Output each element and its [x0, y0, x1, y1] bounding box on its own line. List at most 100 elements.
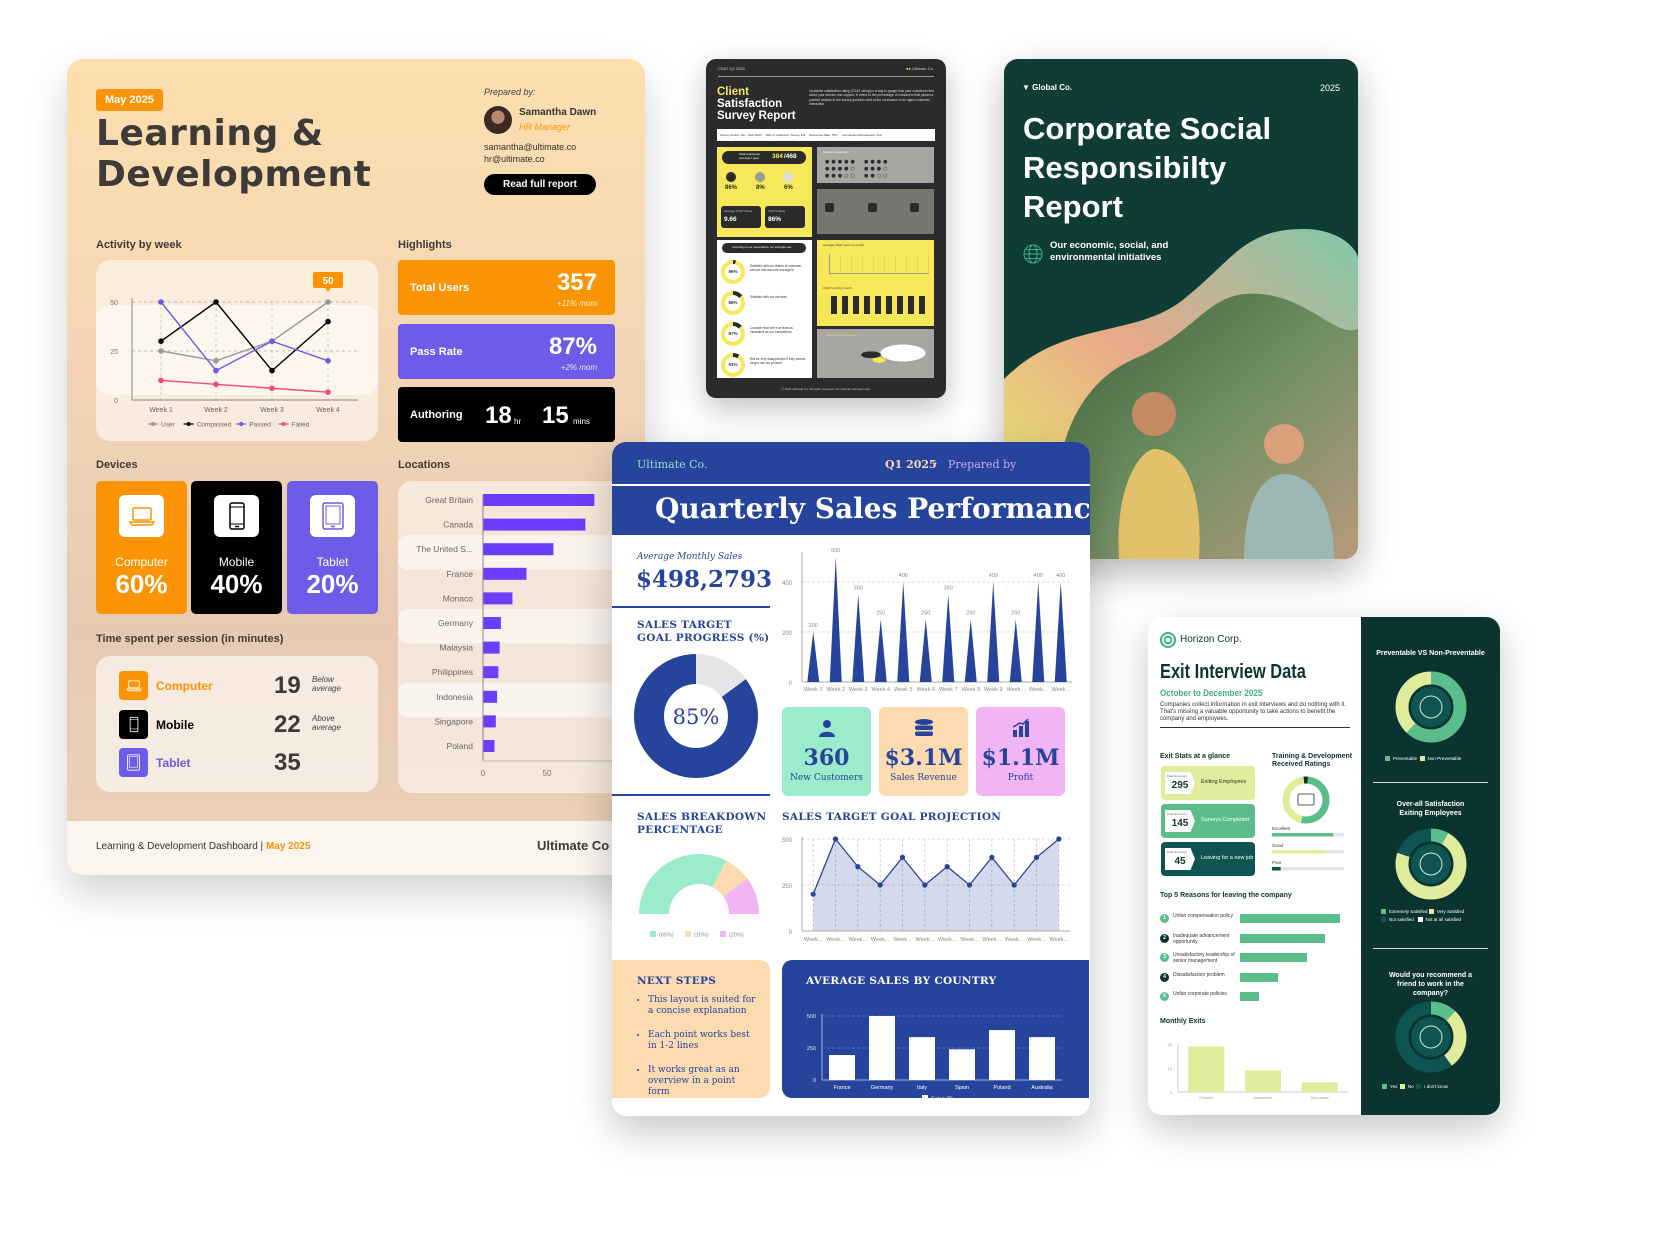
- responses-panel: Total responses received / goal 384 /468…: [717, 147, 812, 237]
- reason-row: 2 Inadequate advancement opportunity: [1160, 933, 1360, 947]
- x-tick-label: Week 1: [804, 687, 823, 693]
- avg-sales-value: $498,2793: [636, 566, 773, 593]
- sales-breakdown-chart: (65%) (15%) (20%): [639, 854, 759, 939]
- data-point: [213, 358, 219, 364]
- rating-label: Excellent: [1272, 826, 1291, 831]
- donut-label: 85%: [673, 705, 720, 729]
- mood-value: 8%: [756, 185, 765, 191]
- x-tick-label: Poland: [993, 1085, 1010, 1091]
- section-title: Training & Development Received Ratings: [1272, 753, 1353, 768]
- device-percent: 60%: [115, 569, 168, 599]
- monthly-exits-chart: 0 10 20 October November December: [1168, 1042, 1348, 1100]
- recommend-legend: Yes No I don't know: [1382, 1084, 1448, 1090]
- time-comment: Above average: [312, 714, 341, 732]
- device-label: Mobile: [218, 555, 255, 569]
- bar: [483, 715, 496, 728]
- category-label: Poland: [447, 741, 474, 751]
- data-point: [325, 358, 331, 364]
- strength-ring: 86%: [721, 291, 745, 315]
- reason-row: 4 Dissatisfaction problem: [1160, 972, 1360, 986]
- tile-value: $3.1M: [884, 745, 963, 771]
- time-row-computer: Computer 19 Below average: [119, 671, 359, 701]
- x-tick-label: Week...: [804, 937, 823, 943]
- rating-label: Poor: [1272, 860, 1282, 865]
- read-full-report-button[interactable]: Read full report: [484, 174, 596, 195]
- horizon-logo-icon: [1160, 632, 1176, 648]
- data-point: [810, 891, 816, 897]
- x-tick-label: Week 6: [916, 687, 935, 693]
- tile-value: 360: [803, 745, 850, 771]
- x-tick-label: Week...: [916, 937, 935, 943]
- projection-area-chart: 0250500Week... Week... Week... Week... Week.…: [782, 836, 1070, 943]
- highlight-value: 357: [556, 269, 597, 296]
- strength-ring: 96%: [721, 260, 745, 284]
- data-label: 500: [831, 548, 840, 554]
- report-title: Corporate Social Responsibilty Report: [1023, 111, 1272, 224]
- region-map-panel: CSAT score by regions: [817, 329, 934, 378]
- quarter-label: Q1 2025: [885, 458, 937, 471]
- y-tick-label: 0: [813, 1078, 816, 1084]
- strength-badges: [817, 189, 934, 234]
- highlight-delta: +2% mom: [560, 363, 597, 372]
- report-title: Exit Interview Data: [1160, 661, 1306, 683]
- rating-track: [1272, 867, 1344, 871]
- training-ratings-chart: Excellent Good Poor: [1272, 776, 1344, 871]
- footer-text: Learning & Development Dashboard | May 2…: [96, 841, 311, 852]
- data-point: [944, 864, 950, 870]
- spike-bar: [942, 594, 955, 682]
- next-steps-list: This layout is suited for a concise expl…: [638, 995, 758, 1098]
- highlight-pass-rate: Pass Rate 87% +2% mom: [398, 324, 615, 379]
- y-tick-label: 0: [789, 930, 793, 936]
- legend-dot: [186, 422, 191, 426]
- strength-value: 96%: [725, 264, 741, 280]
- legend-label: (20%): [729, 933, 744, 939]
- bar: [483, 666, 499, 679]
- recommend-title: Would you recommend a friend to work in …: [1388, 972, 1473, 997]
- x-tick-label: Week 2: [826, 687, 845, 693]
- section-title: Activity by week: [96, 239, 182, 251]
- divider: [612, 484, 1090, 486]
- data-point: [325, 389, 331, 395]
- x-tick-label: 50: [543, 769, 552, 778]
- mood-value: 6%: [784, 185, 793, 191]
- divider: [1373, 948, 1488, 949]
- reason-text: Dissatisfaction problem: [1173, 971, 1225, 978]
- avg-score: 9.66: [724, 216, 737, 223]
- device-label: Computer: [115, 555, 168, 569]
- avg-score-box: Average CSAT Score 9.66: [721, 206, 761, 228]
- search-icon: [868, 203, 877, 212]
- preventable-legend: Preventable Non-Preventable: [1385, 756, 1461, 762]
- data-point: [877, 882, 883, 888]
- country-sales-chart: 0 250 500 France Germany Italy Spain Poland Aust…: [807, 1014, 1062, 1098]
- bar: [483, 641, 500, 654]
- author-name: Samantha Dawn: [519, 107, 597, 118]
- email-link[interactable]: samantha@ultimate.co: [484, 142, 576, 152]
- band: [96, 305, 378, 395]
- bar: [483, 690, 498, 703]
- x-tick-label: Week...: [938, 937, 957, 943]
- x-tick-label: December: [1310, 1095, 1329, 1100]
- tile-label: Sales Revenue: [890, 773, 957, 783]
- country-sales-panel: AVERAGE SALES BY COUNTRY 0 250 500 France Ge…: [782, 960, 1089, 1098]
- email-link[interactable]: hr@ultimate.co: [484, 154, 545, 164]
- data-point: [989, 854, 995, 860]
- stat-caption: Data Summary: [1167, 850, 1188, 854]
- device-label: Tablet: [316, 555, 349, 569]
- footer: Learning & Development Dashboard | May 2…: [67, 821, 645, 875]
- y-tick-label: 200: [782, 631, 793, 637]
- data-point: [269, 385, 275, 392]
- strength-value: 86%: [725, 295, 741, 311]
- row-band: [398, 609, 638, 644]
- title-line-1: Learning &: [96, 113, 324, 154]
- category-label: France: [447, 569, 474, 579]
- stat-caption: Data Summary: [1167, 774, 1188, 778]
- rating-bar: [1272, 850, 1326, 854]
- reason-number: 3: [1160, 953, 1169, 962]
- tile-sales-revenue: $3.1M Sales Revenue: [879, 707, 968, 796]
- category-label: Great Britain: [425, 495, 473, 505]
- rating-label: Good: [1272, 843, 1284, 848]
- highlight-authoring: Authoring 18 hr 15 mins: [398, 387, 615, 442]
- authoring-minutes: 15: [542, 402, 569, 429]
- bar: [483, 543, 554, 556]
- responses-goal: /468: [784, 153, 797, 160]
